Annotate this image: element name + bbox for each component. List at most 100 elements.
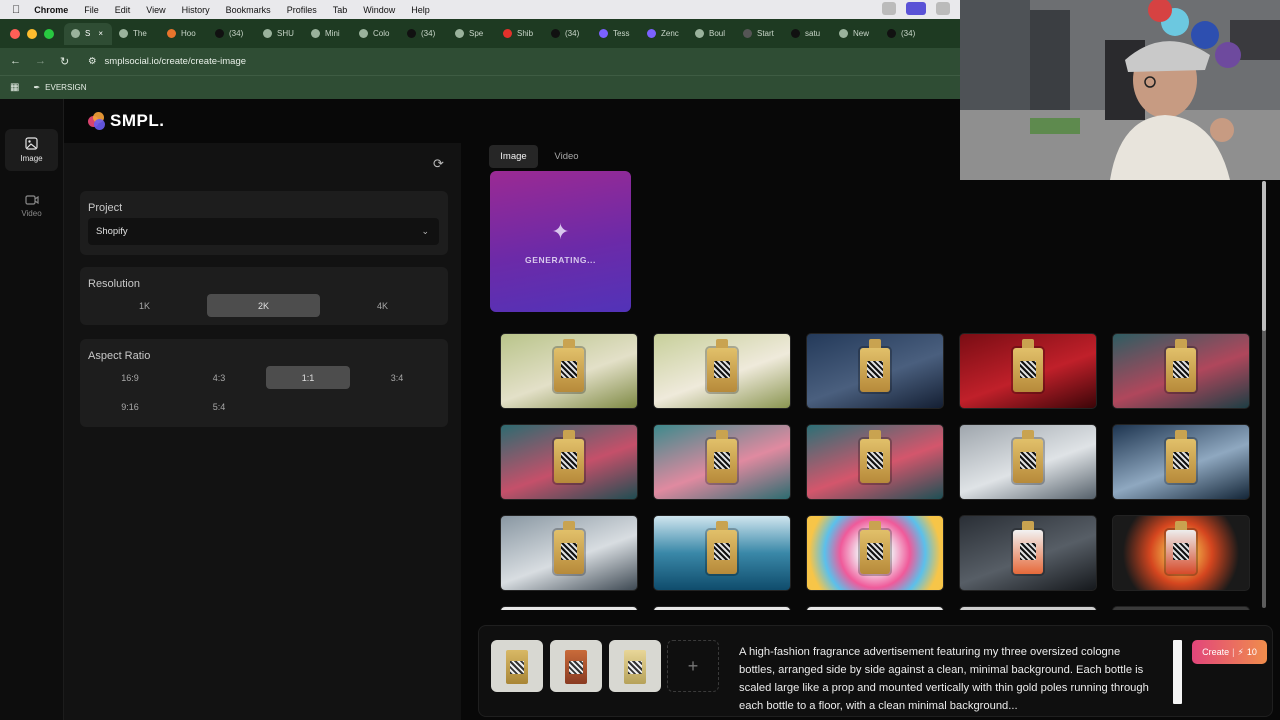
status-icon[interactable] (936, 2, 950, 15)
screen-record-icon[interactable] (906, 2, 926, 15)
forward-arrow-icon[interactable]: → (35, 55, 46, 68)
prompt-bar: + A high-fashion fragrance advertisement… (478, 625, 1273, 717)
project-select[interactable]: Shopify ⌄ (88, 218, 439, 245)
gallery-image[interactable] (653, 424, 791, 500)
image-gallery (490, 327, 1260, 610)
browser-tab[interactable]: Tess (592, 23, 640, 45)
gallery-image[interactable] (653, 333, 791, 409)
gallery-image[interactable] (806, 606, 944, 610)
browser-tab[interactable]: SHU (256, 23, 304, 45)
site-info-icon[interactable]: ⚙ (88, 56, 97, 67)
gallery-image[interactable] (959, 424, 1097, 500)
gallery-image[interactable] (1112, 606, 1250, 610)
gallery-scroll-thumb[interactable] (1262, 181, 1266, 331)
reference-image[interactable] (609, 640, 661, 692)
apps-grid-icon[interactable]: ▦ (10, 82, 19, 93)
aspect-option-9-16[interactable]: 9:16 (88, 395, 172, 418)
tab-favicon-icon (695, 29, 704, 38)
browser-tab[interactable]: The (112, 23, 160, 45)
gallery-image[interactable] (806, 333, 944, 409)
tab-image[interactable]: Image (489, 145, 538, 168)
gallery-image[interactable] (653, 606, 791, 610)
zoom-window-button[interactable] (44, 28, 54, 39)
browser-tab[interactable]: Shib (496, 23, 544, 45)
aspect-ratio-card: Aspect Ratio 16:9 4:3 1:1 3:4 9:16 5:4 (80, 339, 448, 427)
menu-file[interactable]: File (84, 5, 99, 15)
gallery-image[interactable] (1112, 515, 1250, 591)
refresh-icon[interactable]: ⟳ (433, 156, 444, 172)
gallery-image[interactable] (806, 515, 944, 591)
menu-app-name[interactable]: Chrome (34, 5, 68, 15)
gallery-image[interactable] (1112, 424, 1250, 500)
browser-tab[interactable]: satu (784, 23, 832, 45)
browser-tab[interactable]: (34) (544, 23, 592, 45)
project-card: Project Shopify ⌄ (80, 191, 448, 255)
create-button[interactable]: Create | ⚡ 10 (1192, 640, 1267, 664)
resolution-option-2k[interactable]: 2K (207, 294, 320, 317)
browser-tab[interactable]: Mini (304, 23, 352, 45)
reload-icon[interactable]: ↻ (60, 55, 69, 68)
gallery-image[interactable] (959, 515, 1097, 591)
browser-tab[interactable]: New (832, 23, 880, 45)
aspect-option-5-4[interactable]: 5:4 (177, 395, 261, 418)
aspect-option-4-3[interactable]: 4:3 (177, 366, 261, 389)
browser-tab[interactable]: S × (64, 22, 112, 45)
browser-tab[interactable]: Start (736, 23, 784, 45)
reference-image[interactable] (491, 640, 543, 692)
browser-tab[interactable]: Colo (352, 23, 400, 45)
browser-tab[interactable]: (34) (400, 23, 448, 45)
browser-tab[interactable]: (34) (208, 23, 256, 45)
gallery-image[interactable] (959, 333, 1097, 409)
browser-tab[interactable]: Zenc (640, 23, 688, 45)
aspect-option-3-4[interactable]: 3:4 (355, 366, 439, 389)
gallery-image[interactable] (959, 606, 1097, 610)
resolution-option-4k[interactable]: 4K (326, 294, 439, 317)
menu-view[interactable]: View (146, 5, 165, 15)
menu-edit[interactable]: Edit (115, 5, 131, 15)
smpl-logo[interactable]: SMPL. (88, 111, 164, 131)
reference-image[interactable] (550, 640, 602, 692)
gallery-image[interactable] (500, 606, 638, 610)
apple-menu-icon[interactable]:  (12, 4, 20, 16)
rail-item-video[interactable]: Video (5, 185, 58, 227)
aspect-option-1-1[interactable]: 1:1 (266, 366, 350, 389)
aspect-option-16-9[interactable]: 16:9 (88, 366, 172, 389)
tab-favicon-icon (599, 29, 608, 38)
close-tab-icon[interactable]: × (98, 29, 103, 38)
gallery-image[interactable] (500, 424, 638, 500)
project-label: Project (88, 202, 123, 214)
gallery-image[interactable] (1112, 333, 1250, 409)
menu-window[interactable]: Window (363, 5, 395, 15)
resolution-card: Resolution 1K 2K 4K (80, 267, 448, 325)
minimize-window-button[interactable] (27, 28, 37, 39)
resolution-option-1k[interactable]: 1K (88, 294, 201, 317)
youtube-icon (503, 29, 512, 38)
gallery-image[interactable] (653, 515, 791, 591)
add-reference-button[interactable]: + (667, 640, 719, 692)
rail-item-image[interactable]: Image (5, 129, 58, 171)
tiktok-icon (887, 29, 896, 38)
tab-favicon-icon (647, 29, 656, 38)
prompt-scrollbar[interactable] (1173, 640, 1182, 704)
back-arrow-icon[interactable]: ← (10, 55, 21, 68)
prompt-textarea[interactable]: A high-fashion fragrance advertisement f… (739, 643, 1159, 713)
status-icon[interactable] (882, 2, 896, 15)
browser-tab[interactable]: Boul (688, 23, 736, 45)
gallery-image[interactable] (806, 424, 944, 500)
menu-tab[interactable]: Tab (333, 5, 348, 15)
menu-help[interactable]: Help (411, 5, 430, 15)
app-root: Image Video SMPL. ⟳ Project Shopify ⌄ Re… (0, 99, 1280, 720)
bookmark-item[interactable]: ✒ EVERSIGN (33, 83, 86, 92)
close-window-button[interactable] (10, 28, 20, 39)
gallery-image[interactable] (500, 515, 638, 591)
url-field[interactable]: smplsocial.io/create/create-image (105, 56, 247, 67)
menu-bookmarks[interactable]: Bookmarks (226, 5, 271, 15)
smpl-logo-icon (88, 112, 106, 130)
gallery-image[interactable] (500, 333, 638, 409)
browser-tab[interactable]: Spe (448, 23, 496, 45)
browser-tab[interactable]: (34) (880, 23, 928, 45)
tab-video[interactable]: Video (542, 145, 591, 168)
browser-tab[interactable]: Hoo (160, 23, 208, 45)
menu-history[interactable]: History (182, 5, 210, 15)
menu-profiles[interactable]: Profiles (287, 5, 317, 15)
